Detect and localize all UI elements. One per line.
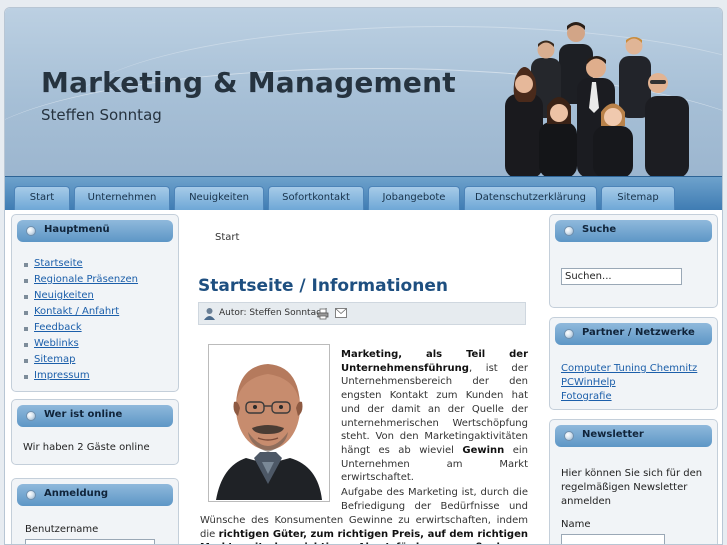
main-menu-list: Startseite Regionale Präsenzen Neuigkeit… (24, 257, 138, 385)
who-is-online-title: Wer ist online (44, 409, 123, 420)
print-icon[interactable] (317, 308, 329, 320)
username-input[interactable] (25, 539, 155, 544)
nav-item-start[interactable]: Start (14, 186, 70, 210)
main-menu-title: Hauptmenü (44, 224, 110, 235)
paragraph-1-emphasis: Gewinn (462, 444, 505, 456)
paragraph-1-body: , ist der Unternehmensbereich der den en… (341, 362, 528, 456)
nav-item-jobangebote[interactable]: Jobangebote (368, 186, 460, 210)
menu-link-regionale-praesenzen[interactable]: Regionale Präsenzen (34, 274, 138, 285)
bullet-icon (26, 226, 36, 236)
main-navigation: Start Unternehmen Neuigkeiten Sofortkont… (5, 176, 722, 210)
menu-item: Neuigkeiten (24, 289, 138, 305)
bullet-icon (26, 490, 36, 500)
login-title: Anmeldung (44, 488, 109, 499)
author-text: Autor: Steffen Sonntag | (219, 308, 328, 318)
nav-item-sofortkontakt[interactable]: Sofortkontakt (268, 186, 364, 210)
menu-item: Impressum (24, 369, 138, 385)
menu-item: Regionale Präsenzen (24, 273, 138, 289)
business-team-photo (505, 22, 689, 176)
partners-box: Partner / Netzwerke Computer Tuning Chem… (549, 317, 718, 410)
who-is-online-header: Wer ist online (17, 405, 173, 427)
main-menu-box: Hauptmenü Startseite Regionale Präsenzen… (11, 214, 179, 392)
menu-item: Weblinks (24, 337, 138, 353)
menu-link-neuigkeiten[interactable]: Neuigkeiten (34, 290, 94, 301)
bullet-icon (26, 411, 36, 421)
menu-link-feedback[interactable]: Feedback (34, 322, 82, 333)
online-count-text: Wir haben 2 Gäste online (23, 442, 150, 453)
menu-item: Sitemap (24, 353, 138, 369)
site-subtitle: Steffen Sonntag (41, 106, 162, 124)
partners-header: Partner / Netzwerke (555, 323, 712, 345)
user-icon (204, 308, 215, 320)
article-paragraph-1: Marketing, als Teil der Unternehmensführ… (341, 348, 528, 485)
search-title: Suche (582, 224, 617, 235)
search-input[interactable] (561, 268, 682, 285)
search-header: Suche (555, 220, 712, 242)
header-banner: Marketing & Management Steffen Sonntag (5, 8, 722, 176)
nav-item-datenschutz[interactable]: Datenschutzerklärung (464, 186, 597, 210)
breadcrumb: Start (215, 232, 240, 243)
email-icon[interactable] (335, 308, 347, 318)
nav-item-unternehmen[interactable]: Unternehmen (74, 186, 170, 210)
nav-item-neuigkeiten[interactable]: Neuigkeiten (174, 186, 264, 210)
newsletter-header: Newsletter (555, 425, 712, 447)
partners-title: Partner / Netzwerke (582, 327, 695, 338)
article-meta-bar: Autor: Steffen Sonntag | (198, 302, 526, 325)
menu-link-startseite[interactable]: Startseite (34, 258, 83, 269)
page-frame: Marketing & Management Steffen Sonntag S… (4, 7, 723, 545)
page-title: Startseite / Informationen (198, 276, 448, 296)
nav-item-sitemap[interactable]: Sitemap (601, 186, 675, 210)
partner-link-fotografie[interactable]: Fotografie (561, 390, 697, 404)
newsletter-text: Hier können Sie sich für den regelmäßige… (561, 468, 703, 507)
menu-item: Kontakt / Anfahrt (24, 305, 138, 321)
article-paragraph-2-top: Aufgabe des Marketing ist, durch die Bef… (341, 486, 528, 514)
bullet-icon (564, 226, 574, 236)
newsletter-name-label: Name (561, 519, 591, 530)
bullet-icon (564, 329, 574, 339)
partner-link-computer-tuning[interactable]: Computer Tuning Chemnitz (561, 362, 697, 376)
partners-list: Computer Tuning Chemnitz PCWinHelp Fotog… (561, 362, 697, 404)
bullet-icon (564, 431, 574, 441)
main-menu-header: Hauptmenü (17, 220, 173, 242)
menu-link-sitemap[interactable]: Sitemap (34, 354, 75, 365)
who-is-online-box: Wer ist online Wir haben 2 Gäste online (11, 399, 179, 465)
site-title: Marketing & Management (41, 66, 456, 99)
paragraph-2-emphasis: richtigen Güter, zum richtigen Preis, au… (200, 528, 528, 544)
login-header: Anmeldung (17, 484, 173, 506)
menu-link-impressum[interactable]: Impressum (34, 370, 90, 381)
search-box: Suche (549, 214, 718, 308)
menu-item: Feedback (24, 321, 138, 337)
menu-link-weblinks[interactable]: Weblinks (34, 338, 79, 349)
author-portrait (208, 344, 330, 502)
menu-link-kontakt[interactable]: Kontakt / Anfahrt (34, 306, 119, 317)
paragraph-2-start: Aufgabe des Marketing ist, durch die Bef… (341, 487, 528, 512)
portrait-image (210, 346, 328, 500)
menu-item: Startseite (24, 257, 138, 273)
username-label: Benutzername (25, 524, 99, 535)
article-paragraph-2: Wünsche des Konsumenten Gewinne zu erwir… (200, 514, 528, 544)
partner-link-pcwinhelp[interactable]: PCWinHelp (561, 376, 697, 390)
newsletter-box: Newsletter Hier können Sie sich für den … (549, 419, 718, 544)
newsletter-title: Newsletter (582, 429, 644, 440)
newsletter-name-input[interactable] (561, 534, 665, 544)
login-box: Anmeldung Benutzername (11, 478, 179, 544)
